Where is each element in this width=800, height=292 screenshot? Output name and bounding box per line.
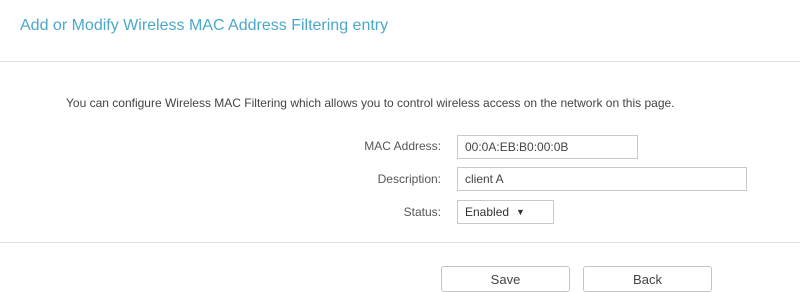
chevron-down-icon: ▼: [516, 207, 525, 217]
description-input[interactable]: [457, 167, 747, 191]
status-selected-value: Enabled: [465, 205, 510, 219]
status-select[interactable]: Enabled ▼: [457, 200, 554, 224]
status-label: Status:: [403, 205, 441, 219]
save-button[interactable]: Save: [441, 266, 570, 292]
footer-divider: [0, 242, 800, 243]
description-label: Description:: [377, 172, 441, 186]
back-button[interactable]: Back: [583, 266, 712, 292]
page-title: Add or Modify Wireless MAC Address Filte…: [20, 17, 389, 34]
header-divider: [0, 61, 800, 62]
intro-text: You can configure Wireless MAC Filtering…: [66, 96, 675, 110]
mac-address-input[interactable]: [457, 135, 638, 159]
mac-address-label: MAC Address:: [364, 139, 441, 153]
